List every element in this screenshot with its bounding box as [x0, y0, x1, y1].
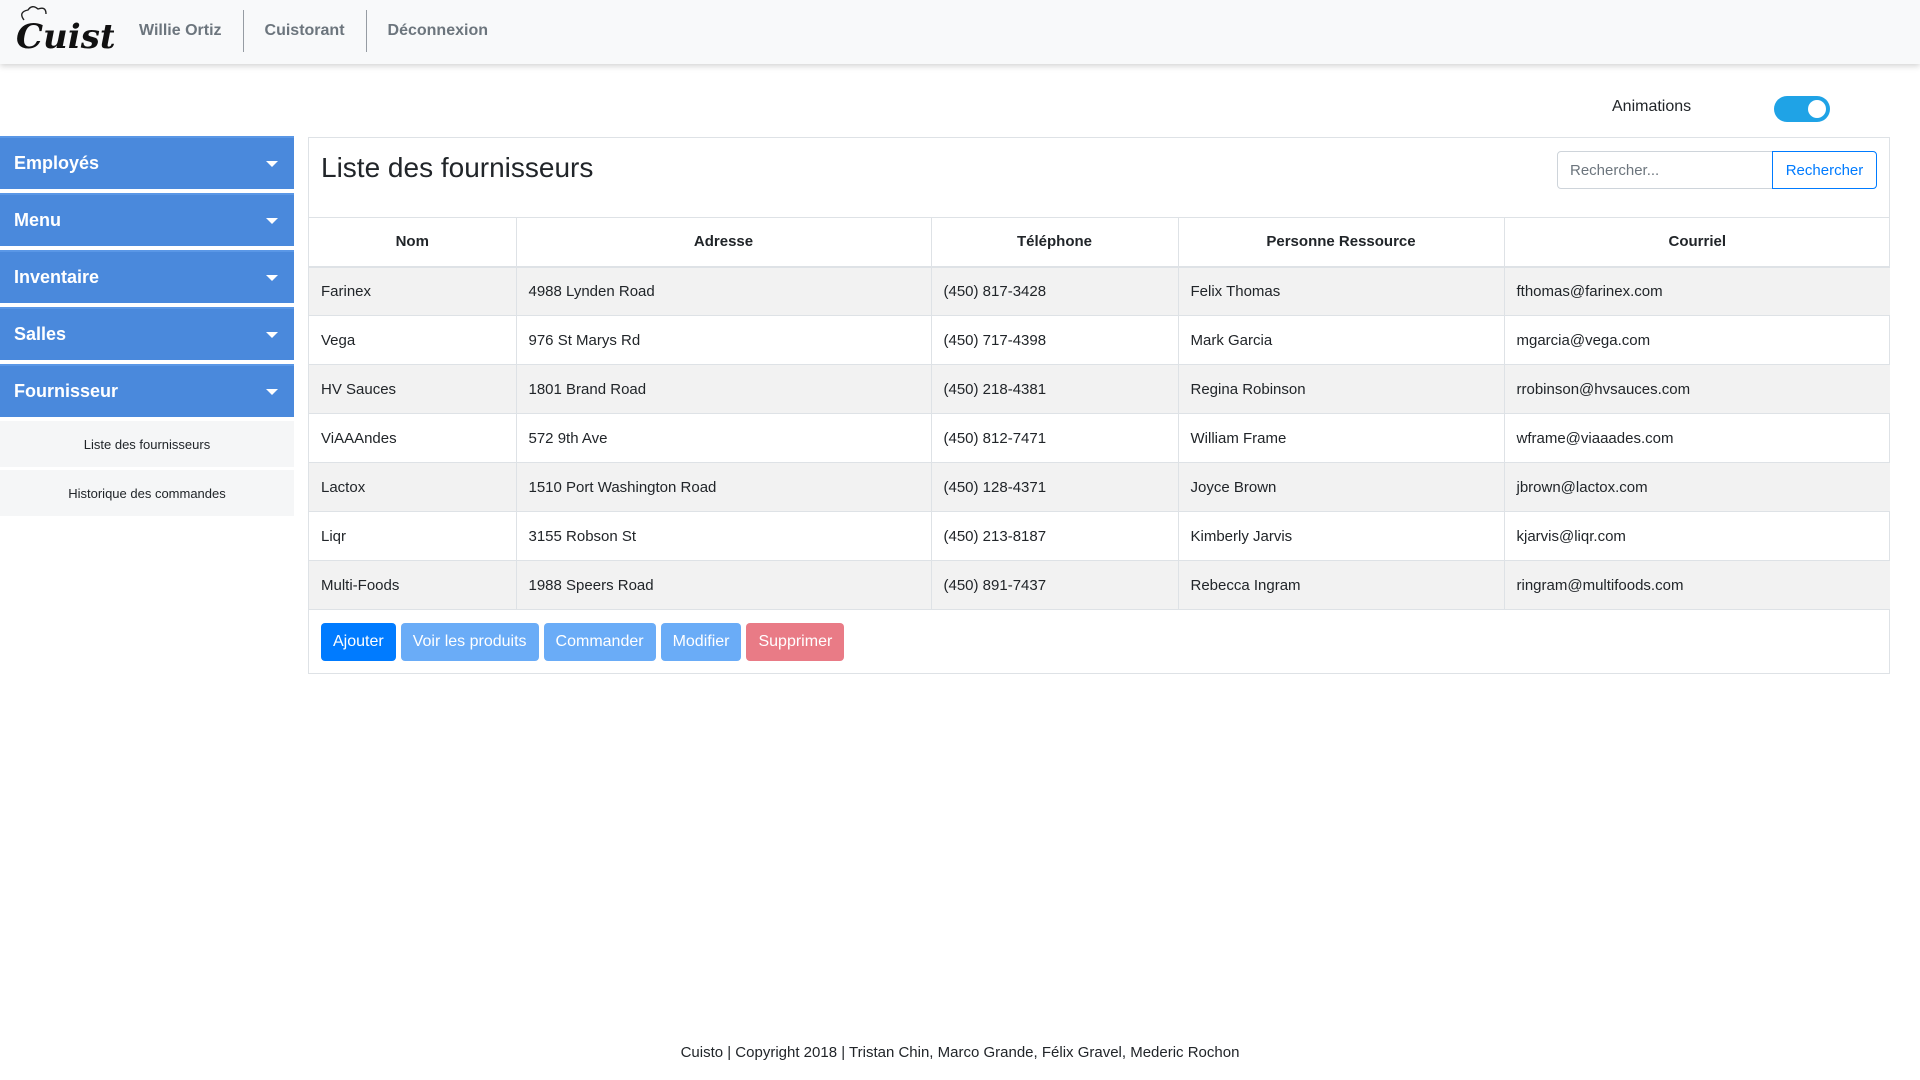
table-row[interactable]: ViAAAndes 572 9th Ave (450) 812-7471 Wil…	[309, 413, 1890, 463]
cell-adresse: 4988 Lynden Road	[515, 266, 932, 316]
cell-nom: Lactox	[309, 462, 517, 512]
cell-telephone: (450) 218-4381	[930, 364, 1179, 414]
cell-telephone: (450) 717-4398	[930, 315, 1179, 365]
nav-user-name[interactable]: Willie Ortiz	[118, 10, 243, 52]
nav-divider	[242, 10, 244, 52]
cell-personne: Regina Robinson	[1177, 364, 1505, 414]
chef-hat-logo-icon: Cuisto	[16, 6, 138, 57]
action-buttons: Ajouter Voir les produits Commander Modi…	[321, 623, 845, 661]
nav-restaurant[interactable]: Cuistorant	[244, 10, 366, 52]
cell-adresse: 572 9th Ave	[515, 413, 932, 463]
nav-divider	[365, 10, 367, 52]
view-products-button[interactable]: Voir les produits	[400, 623, 539, 661]
cell-telephone: (450) 812-7471	[930, 413, 1179, 463]
edit-button[interactable]: Modifier	[660, 623, 742, 661]
order-button[interactable]: Commander	[543, 623, 656, 661]
cell-courriel: fthomas@farinex.com	[1503, 266, 1890, 316]
sidebar: Employés Menu Inventaire Salles Fourniss…	[0, 136, 294, 519]
table-row[interactable]: Vega 976 St Marys Rd (450) 717-4398 Mark…	[309, 315, 1890, 365]
table-row[interactable]: Lactox 1510 Port Washington Road (450) 1…	[309, 462, 1890, 512]
column-header-nom[interactable]: Nom	[309, 217, 517, 268]
cell-courriel: ringram@multifoods.com	[1503, 560, 1890, 610]
cell-courriel: mgarcia@vega.com	[1503, 315, 1890, 365]
suppliers-table: Nom Adresse Téléphone Personne Ressource…	[309, 217, 1890, 610]
cell-telephone: (450) 891-7437	[930, 560, 1179, 610]
sidebar-item-inventaire[interactable]: Inventaire	[0, 250, 294, 303]
cell-telephone: (450) 128-4371	[930, 462, 1179, 512]
caret-down-icon	[266, 160, 278, 167]
cell-personne: Rebecca Ingram	[1177, 560, 1505, 610]
sidebar-item-label: Fournisseur	[14, 381, 119, 401]
caret-down-icon	[266, 274, 278, 281]
search-input[interactable]	[1557, 151, 1773, 189]
cell-adresse: 1801 Brand Road	[515, 364, 932, 414]
cell-personne: Joyce Brown	[1177, 462, 1505, 512]
sidebar-item-label: Salles	[14, 324, 67, 344]
sidebar-item-employes[interactable]: Employés	[0, 136, 294, 189]
cell-adresse: 1988 Speers Road	[515, 560, 932, 610]
caret-down-icon	[266, 331, 278, 338]
sidebar-subitem-historique-commandes[interactable]: Historique des commandes	[0, 470, 294, 516]
page-title: Liste des fournisseurs	[321, 152, 594, 183]
cell-telephone: (450) 213-8187	[930, 511, 1179, 561]
footer-copyright: Cuisto | Copyright 2018 | Tristan Chin, …	[680, 1044, 1240, 1061]
sidebar-subitem-liste-fournisseurs[interactable]: Liste des fournisseurs	[0, 421, 294, 467]
table-row[interactable]: Multi-Foods 1988 Speers Road (450) 891-7…	[309, 560, 1890, 610]
cell-adresse: 3155 Robson St	[515, 511, 932, 561]
cell-personne: Kimberly Jarvis	[1177, 511, 1505, 561]
column-header-courriel[interactable]: Courriel	[1503, 217, 1890, 268]
delete-button[interactable]: Supprimer	[746, 623, 845, 661]
cell-adresse: 976 St Marys Rd	[515, 315, 932, 365]
search-button[interactable]: Rechercher	[1772, 151, 1877, 189]
cell-personne: Felix Thomas	[1177, 266, 1505, 316]
cell-nom: HV Sauces	[309, 364, 517, 414]
sidebar-item-fournisseur[interactable]: Fournisseur	[0, 364, 294, 417]
column-header-telephone[interactable]: Téléphone	[930, 217, 1179, 268]
sidebar-item-label: Employés	[14, 153, 100, 173]
suppliers-card: Liste des fournisseurs Rechercher Nom Ad…	[308, 137, 1890, 674]
cell-nom: Multi-Foods	[309, 560, 517, 610]
column-header-adresse[interactable]: Adresse	[515, 217, 932, 268]
cell-courriel: rrobinson@hvsauces.com	[1503, 364, 1890, 414]
caret-down-icon	[266, 217, 278, 224]
sidebar-item-label: Inventaire	[14, 267, 100, 287]
animations-toggle[interactable]	[1774, 96, 1830, 122]
cell-adresse: 1510 Port Washington Road	[515, 462, 932, 512]
table-row[interactable]: HV Sauces 1801 Brand Road (450) 218-4381…	[309, 364, 1890, 414]
cell-personne: Mark Garcia	[1177, 315, 1505, 365]
column-header-personne-ressource[interactable]: Personne Ressource	[1177, 217, 1505, 268]
sidebar-item-menu[interactable]: Menu	[0, 193, 294, 246]
cell-courriel: jbrown@lactox.com	[1503, 462, 1890, 512]
cell-nom: Vega	[309, 315, 517, 365]
table-row[interactable]: Liqr 3155 Robson St (450) 213-8187 Kimbe…	[309, 511, 1890, 561]
cell-nom: Farinex	[309, 266, 517, 316]
sidebar-item-salles[interactable]: Salles	[0, 307, 294, 360]
cell-telephone: (450) 817-3428	[930, 266, 1179, 316]
cuisto-logo[interactable]: Cuisto	[14, 6, 138, 58]
add-button[interactable]: Ajouter	[321, 623, 396, 661]
nav-logout[interactable]: Déconnexion	[367, 10, 509, 52]
cell-nom: ViAAAndes	[309, 413, 517, 463]
sidebar-item-label: Menu	[14, 210, 61, 230]
logo-text: Cuisto	[16, 17, 114, 57]
cell-nom: Liqr	[309, 511, 517, 561]
table-header-row: Nom Adresse Téléphone Personne Ressource…	[309, 217, 1890, 268]
top-navbar: Cuisto Willie Ortiz Cuistorant Déconnexi…	[0, 0, 1920, 64]
caret-down-icon	[266, 388, 278, 395]
table-row[interactable]: Farinex 4988 Lynden Road (450) 817-3428 …	[309, 266, 1890, 316]
cell-courriel: kjarvis@liqr.com	[1503, 511, 1890, 561]
cell-personne: William Frame	[1177, 413, 1505, 463]
cell-courriel: wframe@viaaades.com	[1503, 413, 1890, 463]
animations-label: Animations	[1612, 98, 1692, 115]
toggle-knob	[1808, 100, 1826, 118]
